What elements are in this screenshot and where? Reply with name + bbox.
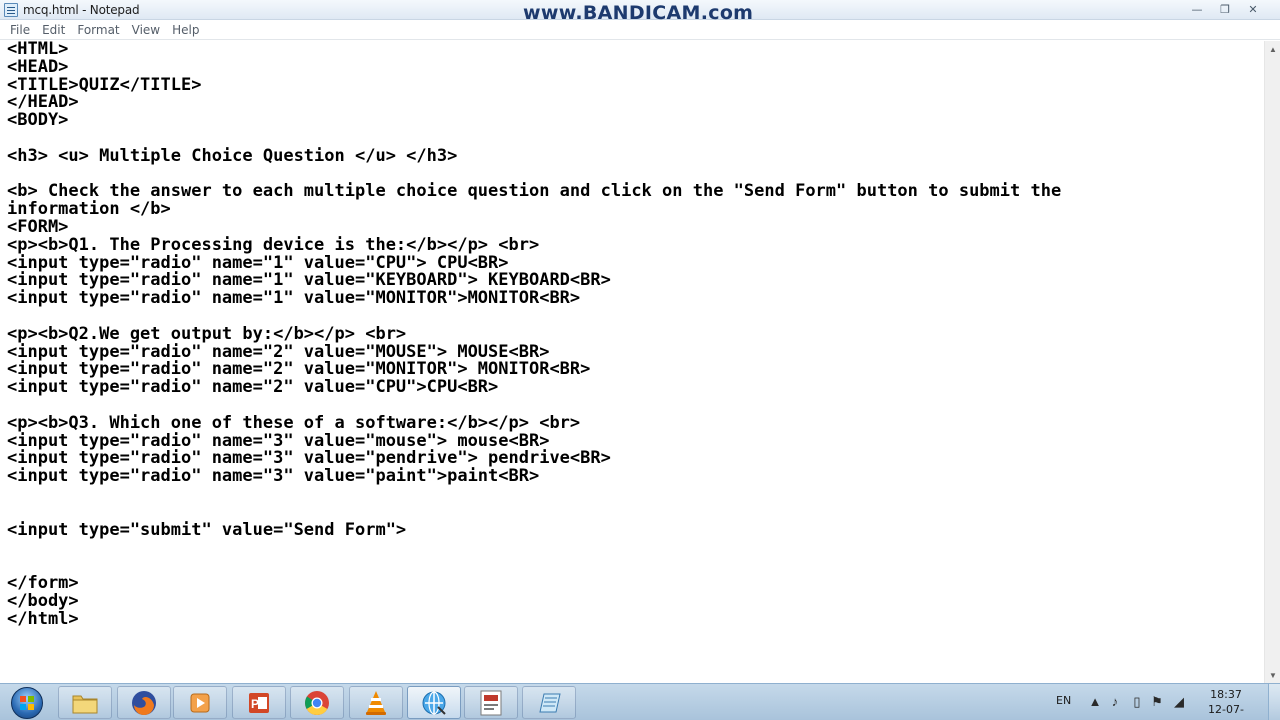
window-controls: — ❐ ✕	[1184, 1, 1266, 17]
editor-line: <input type="submit" value="Send Form">	[7, 519, 407, 540]
editor-line: <HEAD>	[7, 56, 69, 77]
firefox-icon	[132, 690, 156, 715]
volume-icon[interactable]: ♪	[1108, 695, 1122, 709]
media-player-icon	[190, 693, 210, 712]
taskbar-vlc[interactable]	[349, 686, 403, 719]
taskbar-explorer[interactable]	[58, 686, 112, 719]
vertical-scrollbar[interactable]: ▲ ▼	[1264, 41, 1280, 683]
action-center-flag-icon[interactable]: ⚑	[1150, 695, 1164, 709]
taskbar-notepad[interactable]	[522, 686, 576, 719]
editor-content[interactable]: <HTML> <HEAD> <TITLE>QUIZ</TITLE> </HEAD> <B…	[7, 41, 1061, 628]
editor-line: <TITLE>QUIZ</TITLE>	[7, 74, 202, 95]
editor-line: <p><b>Q1. The Processing device is the:<…	[7, 234, 540, 255]
editor-line: </HEAD>	[7, 92, 79, 113]
system-tray: EN ▲ ♪ ▯ ⚑ ◢ 18:37 12-07-2020	[1050, 684, 1280, 720]
tally-erp-icon	[480, 690, 502, 715]
start-button[interactable]	[3, 686, 51, 719]
text-editor[interactable]: <HTML> <HEAD> <TITLE>QUIZ</TITLE> </HEAD> <B…	[0, 41, 1264, 683]
windows-logo-icon	[11, 686, 43, 719]
editor-line: </html>	[7, 608, 79, 629]
editor-line: <h3> <u> Multiple Choice Question </u> <…	[7, 145, 458, 166]
editor-line: <input type="radio" name="1" value="MONI…	[7, 288, 581, 309]
taskbar-powerpoint[interactable]: P	[232, 686, 286, 719]
minimize-button[interactable]: —	[1184, 1, 1210, 17]
menu-format[interactable]: Format	[71, 23, 125, 37]
clock-time: 18:37	[1210, 688, 1242, 701]
powerpoint-icon: P	[249, 692, 269, 713]
show-hidden-icons[interactable]: ▲	[1088, 695, 1102, 709]
show-desktop-button[interactable]	[1268, 684, 1280, 720]
editor-line: </body>	[7, 590, 79, 611]
taskbar-media-player[interactable]	[173, 686, 227, 719]
taskbar-firefox[interactable]	[117, 686, 171, 719]
editor-line: <HTML>	[7, 41, 69, 59]
editor-line: <input type="radio" name="2" value="CPU"…	[7, 377, 499, 398]
editor-line: <BODY>	[7, 110, 69, 131]
menu-view[interactable]: View	[126, 23, 166, 37]
title-bar[interactable]: mcq.html - Notepad www.BANDICAM.com — ❐ …	[0, 0, 1280, 23]
network-signal-icon[interactable]: ◢	[1172, 695, 1186, 709]
close-button[interactable]: ✕	[1240, 1, 1266, 17]
vlc-icon	[366, 690, 386, 715]
svg-text:P: P	[251, 697, 259, 711]
editor-line: <p><b>Q2.We get output by:</b></p> <br>	[7, 323, 407, 344]
maximize-button[interactable]: ❐	[1212, 1, 1238, 17]
taskbar-chrome[interactable]	[290, 686, 344, 719]
battery-icon[interactable]: ▯	[1130, 695, 1144, 709]
notepad-icon	[539, 693, 561, 712]
editor-line: <p><b>Q3. Which one of these of a softwa…	[7, 412, 581, 433]
editor-line: information </b>	[7, 199, 171, 220]
menu-file[interactable]: File	[4, 23, 36, 37]
editor-line: <input type="radio" name="3" value="pain…	[7, 466, 540, 487]
editor-line: </form>	[7, 572, 79, 593]
menu-edit[interactable]: Edit	[36, 23, 71, 37]
browser-icon	[422, 690, 446, 715]
taskbar-browser[interactable]	[407, 686, 461, 719]
menu-bar: File Edit Format View Help	[0, 20, 1280, 40]
folder-icon	[72, 695, 98, 713]
notepad-app-icon[interactable]	[4, 3, 18, 17]
taskbar-tally[interactable]	[464, 686, 518, 719]
scroll-up-icon[interactable]: ▲	[1265, 41, 1280, 57]
scroll-down-icon[interactable]: ▼	[1265, 667, 1280, 683]
chrome-icon	[305, 690, 329, 715]
menu-help[interactable]: Help	[166, 23, 205, 37]
clock-date: 12-07-2020	[1208, 703, 1244, 720]
window-title: mcq.html - Notepad	[23, 3, 140, 17]
clock[interactable]: 18:37 12-07-2020	[1196, 687, 1256, 720]
taskbar: P EN ▲ ♪ ▯ ⚑ ◢ 18:37 12-07-	[0, 683, 1280, 720]
language-indicator[interactable]: EN	[1056, 694, 1071, 707]
